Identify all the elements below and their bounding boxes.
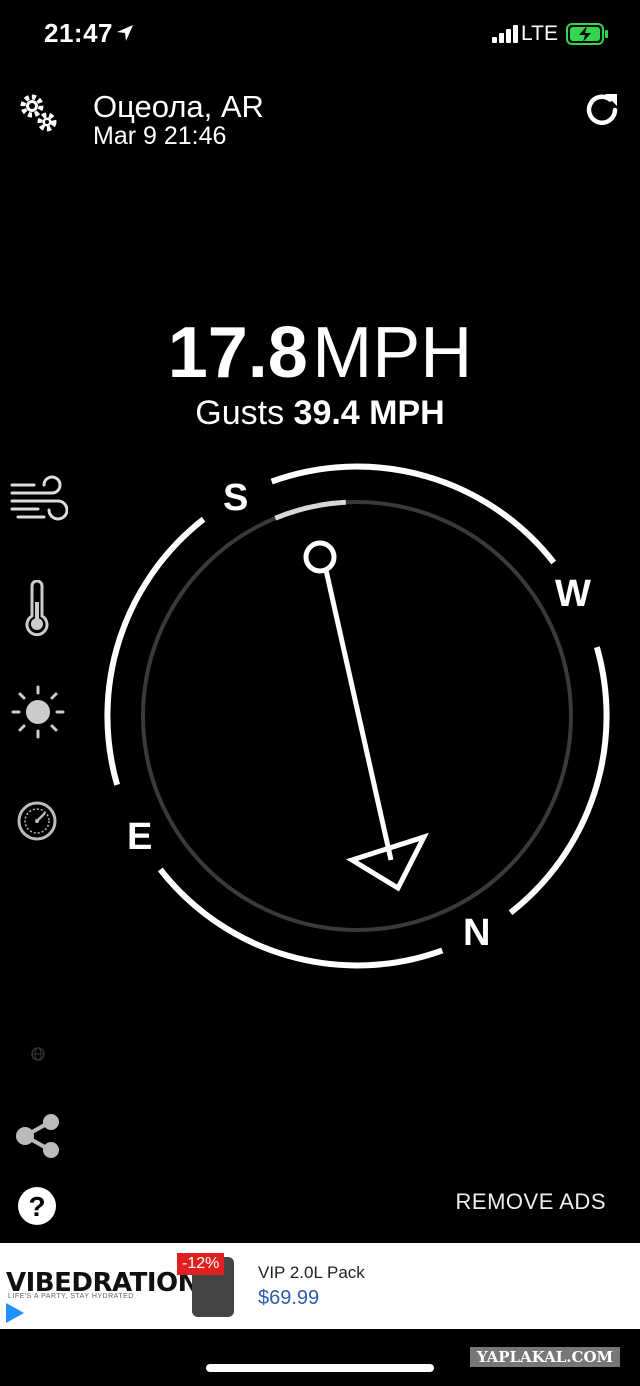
gusts-label: Gusts xyxy=(195,394,285,432)
ad-product-name[interactable]: VIP 2.0L Pack xyxy=(258,1263,365,1283)
globe-icon[interactable] xyxy=(30,1046,46,1062)
battery-charging-icon xyxy=(566,23,608,45)
network-label: LTE xyxy=(521,22,558,45)
compass-dial xyxy=(104,463,610,969)
watermark: YAPLAKAL.COM xyxy=(470,1347,620,1367)
timestamp: Mar 9 21:46 xyxy=(93,122,227,150)
home-indicator[interactable] xyxy=(206,1364,434,1372)
help-icon[interactable]: ? xyxy=(17,1186,57,1226)
svg-text:?: ? xyxy=(28,1191,45,1222)
sun-icon[interactable] xyxy=(10,684,66,740)
compass-south-label: S xyxy=(223,477,249,519)
refresh-icon[interactable] xyxy=(582,90,622,130)
gust-range-arc xyxy=(274,499,346,521)
location-arrow-icon xyxy=(117,25,133,41)
location-title[interactable]: Оцеола, AR xyxy=(93,89,264,125)
wind-speed-unit: MPH xyxy=(312,313,473,393)
status-bar: 21:47 LTE xyxy=(0,0,640,60)
wind-direction-arrow xyxy=(303,540,429,892)
gears-icon[interactable] xyxy=(18,92,58,134)
compass-north-label: N xyxy=(463,912,491,954)
gusts-value: 39.4 MPH xyxy=(293,394,445,432)
ad-choices-icon[interactable] xyxy=(6,1303,24,1323)
ad-price[interactable]: $69.99 xyxy=(258,1287,319,1310)
ad-banner[interactable]: VIBEDRATION LIFE'S A PARTY, STAY HYDRATE… xyxy=(0,1243,640,1329)
remove-ads-button[interactable]: REMOVE ADS xyxy=(456,1189,606,1215)
wind-speed-value: 17.8 xyxy=(167,313,308,393)
compass-west-label: W xyxy=(555,573,591,615)
pressure-gauge-icon[interactable] xyxy=(16,800,58,842)
signal-bars-icon xyxy=(492,25,518,43)
ad-tagline: LIFE'S A PARTY, STAY HYDRATED xyxy=(8,1293,134,1300)
status-time: 21:47 xyxy=(44,18,113,48)
wind-speed: 17.8 MPH xyxy=(0,312,640,394)
compass-east-label: E xyxy=(127,816,153,858)
ad-discount-badge: -12% xyxy=(177,1253,225,1275)
compass-ring-segment xyxy=(508,646,610,916)
compass-ring-segment xyxy=(104,516,206,786)
wind-icon[interactable] xyxy=(8,473,68,527)
thermometer-icon[interactable] xyxy=(22,580,52,636)
share-icon[interactable] xyxy=(14,1112,62,1160)
gusts-readout: Gusts 39.4 MPH xyxy=(0,394,640,433)
